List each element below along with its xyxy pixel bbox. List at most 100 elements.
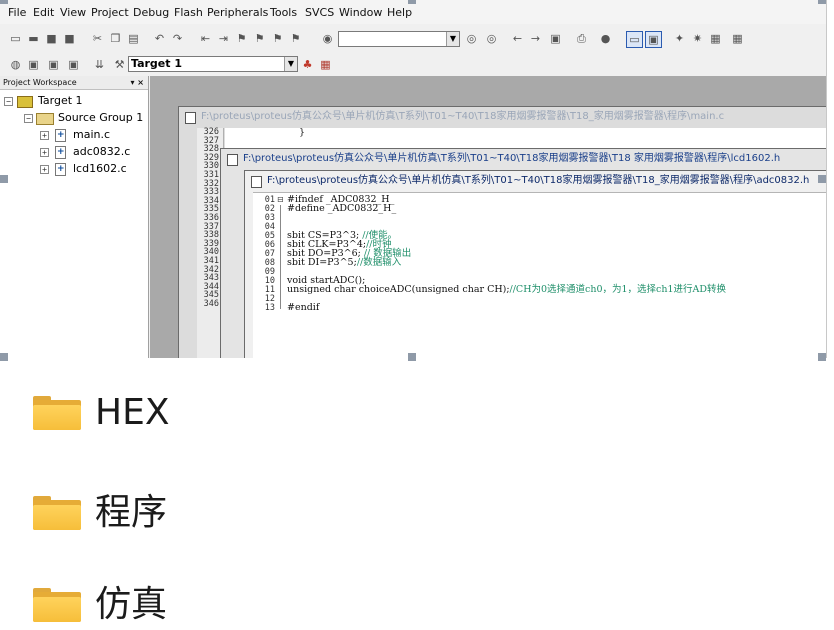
new-file-icon[interactable]: ▭ [8, 31, 23, 46]
rebuild-icon[interactable]: ▣ [46, 57, 61, 72]
unindent-icon[interactable]: ⇥ [216, 31, 231, 46]
settings-icon[interactable]: ✷ [690, 31, 705, 46]
collapse-icon[interactable]: − [24, 114, 33, 123]
bookmark-clear-icon[interactable]: ⚑ [288, 31, 303, 46]
stop-build-icon[interactable]: ▣ [66, 57, 81, 72]
folder-icon [33, 496, 81, 532]
paste-icon[interactable]: ▤ [126, 31, 141, 46]
code-area-adc0832[interactable]: 01 02 03 04 05 06 07 08 09 10 11 12 13 ⊟… [253, 192, 826, 358]
ide-screenshot: File Edit View Project Debug Flash Perip… [0, 0, 827, 358]
save-all-icon[interactable]: ■ [62, 31, 77, 46]
debug-icon[interactable]: ● [598, 31, 613, 46]
fold-line [280, 205, 281, 309]
code-line: unsigned char choiceADC(unsigned char CH… [287, 284, 727, 295]
resize-handle[interactable] [408, 353, 416, 361]
expand-icon[interactable]: + [40, 165, 49, 174]
mdi-client-area: F:\proteus\proteus仿真公众号\单片机仿真\T系列\T01~T4… [150, 76, 826, 358]
save-icon[interactable]: ■ [44, 31, 59, 46]
resize-handle[interactable] [0, 353, 8, 361]
folder-label: 程序 [95, 492, 168, 533]
menu-flash[interactable]: Flash [174, 6, 203, 19]
menu-view[interactable]: View [60, 6, 86, 19]
c-file-icon [55, 144, 66, 160]
nav-forward-icon[interactable]: → [528, 31, 543, 46]
menu-window[interactable]: Window [339, 6, 382, 19]
target-options-icon[interactable]: ⚒ [112, 57, 127, 72]
open-folder-icon[interactable]: ▬ [26, 31, 41, 46]
redo-icon[interactable]: ↷ [170, 31, 185, 46]
expand-icon[interactable]: + [40, 148, 49, 157]
window-view-icon[interactable]: ▭ [626, 31, 643, 48]
expand-icon[interactable]: + [40, 131, 49, 140]
print-icon[interactable]: ⎙ [574, 31, 589, 46]
undo-icon[interactable]: ↶ [152, 31, 167, 46]
folder-label: 仿真 [95, 584, 168, 625]
chevron-down-icon[interactable]: ▼ [284, 57, 297, 71]
editor-title-main[interactable]: F:\proteus\proteus仿真公众号\单片机仿真\T系列\T01~T4… [179, 107, 826, 127]
folder-icon [33, 396, 81, 432]
window-config-icon[interactable]: ▣ [645, 31, 662, 48]
resize-handle[interactable] [818, 0, 826, 4]
search-combo[interactable]: ▼ [338, 31, 460, 47]
binoculars-icon[interactable]: ◎ [464, 31, 479, 46]
resize-handle[interactable] [0, 0, 8, 4]
fold-collapse-icon[interactable]: ⊟ [277, 195, 284, 204]
resize-handle[interactable] [818, 353, 826, 361]
target-icon [17, 96, 33, 108]
resize-handle[interactable] [818, 175, 826, 183]
component-icon[interactable]: ▦ [318, 57, 333, 72]
browse-icon[interactable]: ▣ [548, 31, 563, 46]
code-line: } [299, 127, 306, 138]
editor-title-lcd1602-text: F:\proteus\proteus仿真公众号\单片机仿真\T系列\T01~T4… [243, 153, 781, 164]
find-icon[interactable]: ◎ [484, 31, 499, 46]
copy-icon[interactable]: ❐ [108, 31, 123, 46]
chevron-down-icon[interactable]: ▼ [446, 32, 459, 46]
target-combo[interactable]: Target 1 ▼ [128, 56, 298, 72]
editor-title-adc0832-text: F:\proteus\proteus仿真公众号\单片机仿真\T系列\T01~T4… [267, 175, 810, 186]
tree-file-label: adc0832.c [73, 145, 131, 158]
document-icon [251, 176, 262, 188]
document-icon [185, 112, 196, 124]
folder-icon [36, 113, 54, 125]
cut-icon[interactable]: ✂ [90, 31, 105, 46]
bookmark-prev-icon[interactable]: ⚑ [252, 31, 267, 46]
menu-project[interactable]: Project [91, 6, 129, 19]
menu-svcs[interactable]: SVCS [305, 6, 334, 19]
translate-icon[interactable]: ◍ [8, 57, 23, 72]
layout-icon[interactable]: ▦ [730, 31, 745, 46]
target-combo-value: Target 1 [131, 57, 183, 70]
tree-group-label: Source Group 1 [58, 111, 144, 124]
find-in-files-icon[interactable]: ◉ [320, 31, 335, 46]
list-icon[interactable]: ▦ [708, 31, 723, 46]
menu-peripherals[interactable]: Peripherals [207, 6, 268, 19]
close-icon[interactable]: ▾ × [130, 76, 144, 89]
editor-title-lcd1602[interactable]: F:\proteus\proteus仿真公众号\单片机仿真\T系列\T01~T4… [221, 149, 826, 169]
resize-handle[interactable] [408, 0, 416, 4]
editor-title-adc0832[interactable]: F:\proteus\proteus仿真公众号\单片机仿真\T系列\T01~T4… [245, 171, 826, 191]
toolbar-build: ◍ ▣ ▣ ▣ ⇊ ⚒ Target 1 ▼ ♣ ▦ [0, 52, 826, 78]
c-file-icon [55, 161, 66, 177]
tools-icon[interactable]: ✦ [672, 31, 687, 46]
project-manage-icon[interactable]: ♣ [300, 57, 315, 72]
menu-help[interactable]: Help [387, 6, 412, 19]
workspace-title: Project Workspace [3, 78, 77, 87]
document-icon [227, 154, 238, 166]
editor-title-main-text: F:\proteus\proteus仿真公众号\单片机仿真\T系列\T01~T4… [201, 111, 725, 122]
editor-window-adc0832[interactable]: F:\proteus\proteus仿真公众号\单片机仿真\T系列\T01~T4… [244, 170, 826, 358]
nav-back-icon[interactable]: ← [510, 31, 525, 46]
bookmark-icon[interactable]: ⚑ [234, 31, 249, 46]
collapse-icon[interactable]: − [4, 97, 13, 106]
code-line: #endif [287, 302, 320, 313]
build-icon[interactable]: ▣ [26, 57, 41, 72]
menu-edit[interactable]: Edit [33, 6, 54, 19]
resize-handle[interactable] [0, 175, 8, 183]
menu-debug[interactable]: Debug [133, 6, 169, 19]
download-icon[interactable]: ⇊ [92, 57, 107, 72]
tree-target-label: Target 1 [38, 94, 83, 107]
menu-file[interactable]: File [8, 6, 26, 19]
indent-icon[interactable]: ⇤ [198, 31, 213, 46]
bookmark-next-icon[interactable]: ⚑ [270, 31, 285, 46]
line-number: 13 [264, 303, 275, 313]
menu-tools[interactable]: Tools [270, 6, 297, 19]
code-line: #define _ADC0832_H_ [287, 203, 397, 214]
